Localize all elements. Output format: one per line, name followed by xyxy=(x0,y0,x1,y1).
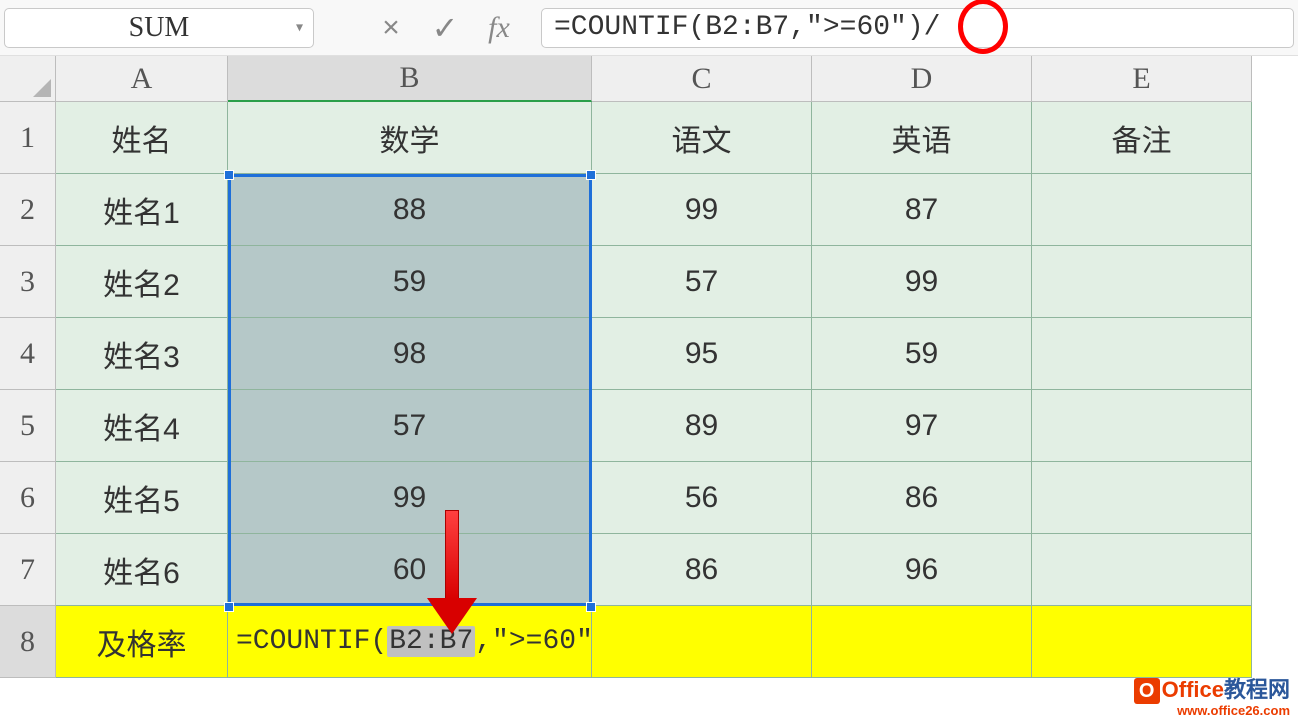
cell-B1[interactable]: 数学 xyxy=(228,102,592,174)
formula-prefix: =COUNTIF( xyxy=(236,626,387,657)
cell-A5[interactable]: 姓名4 xyxy=(56,390,228,462)
cell-D3[interactable]: 99 xyxy=(812,246,1032,318)
cell-E7[interactable] xyxy=(1032,534,1252,606)
name-box-value: SUM xyxy=(129,12,190,44)
cell-D4[interactable]: 59 xyxy=(812,318,1032,390)
watermark-brand-2: 教程网 xyxy=(1224,677,1290,702)
cell-C1[interactable]: 语文 xyxy=(592,102,812,174)
watermark-url: www.office26.com xyxy=(1134,704,1290,718)
cell-D2[interactable]: 87 xyxy=(812,174,1032,246)
cell-E3[interactable] xyxy=(1032,246,1252,318)
formula-range: B2:B7 xyxy=(387,626,475,657)
cell-C5[interactable]: 89 xyxy=(592,390,812,462)
cell-B7[interactable]: 60 xyxy=(228,534,592,606)
name-box[interactable]: SUM ▾ xyxy=(4,8,314,48)
col-header-D[interactable]: D xyxy=(812,56,1032,102)
cell-C4[interactable]: 95 xyxy=(592,318,812,390)
cell-A7[interactable]: 姓名6 xyxy=(56,534,228,606)
cell-A1[interactable]: 姓名 xyxy=(56,102,228,174)
col-header-C[interactable]: C xyxy=(592,56,812,102)
row-header-8[interactable]: 8 xyxy=(0,606,56,678)
cell-C2[interactable]: 99 xyxy=(592,174,812,246)
cell-B5[interactable]: 57 xyxy=(228,390,592,462)
select-all-cell[interactable] xyxy=(0,56,56,102)
cancel-icon[interactable]: × xyxy=(374,11,408,45)
formula-bar-actions: × ✓ fx xyxy=(374,11,516,45)
spreadsheet-grid[interactable]: A B C D E 1 姓名 数学 语文 英语 备注 2 姓名1 88 99 8… xyxy=(0,56,1298,678)
row-header-2[interactable]: 2 xyxy=(0,174,56,246)
row-header-3[interactable]: 3 xyxy=(0,246,56,318)
formula-input-text: =COUNTIF(B2:B7,">=60")/ xyxy=(554,12,940,43)
cell-E4[interactable] xyxy=(1032,318,1252,390)
formula-bar-row: SUM ▾ × ✓ fx =COUNTIF(B2:B7,">=60")/ xyxy=(0,0,1298,56)
fx-icon[interactable]: fx xyxy=(482,11,516,45)
cell-E1[interactable]: 备注 xyxy=(1032,102,1252,174)
cell-D6[interactable]: 86 xyxy=(812,462,1032,534)
col-header-A[interactable]: A xyxy=(56,56,228,102)
cell-D5[interactable]: 97 xyxy=(812,390,1032,462)
row-header-4[interactable]: 4 xyxy=(0,318,56,390)
cell-D1[interactable]: 英语 xyxy=(812,102,1032,174)
formula-input[interactable]: =COUNTIF(B2:B7,">=60")/ xyxy=(541,8,1294,48)
cell-C7[interactable]: 86 xyxy=(592,534,812,606)
cell-A2[interactable]: 姓名1 xyxy=(56,174,228,246)
cell-C6[interactable]: 56 xyxy=(592,462,812,534)
cell-B6[interactable]: 99 xyxy=(228,462,592,534)
cell-C8[interactable] xyxy=(592,606,812,678)
row-header-6[interactable]: 6 xyxy=(0,462,56,534)
cell-A3[interactable]: 姓名2 xyxy=(56,246,228,318)
cell-A6[interactable]: 姓名5 xyxy=(56,462,228,534)
cell-D7[interactable]: 96 xyxy=(812,534,1032,606)
cell-A4[interactable]: 姓名3 xyxy=(56,318,228,390)
col-header-B[interactable]: B xyxy=(228,56,592,102)
cell-B2[interactable]: 88 xyxy=(228,174,592,246)
watermark-logo-icon: O xyxy=(1134,678,1160,704)
col-header-E[interactable]: E xyxy=(1032,56,1252,102)
row-header-7[interactable]: 7 xyxy=(0,534,56,606)
cell-C3[interactable]: 57 xyxy=(592,246,812,318)
cell-B3[interactable]: 59 xyxy=(228,246,592,318)
watermark-brand-1: Office xyxy=(1162,677,1224,702)
row-header-1[interactable]: 1 xyxy=(0,102,56,174)
cell-E8[interactable] xyxy=(1032,606,1252,678)
cell-B8[interactable]: =COUNTIF(B2:B7,">=60")/ xyxy=(228,606,592,678)
cell-D8[interactable] xyxy=(812,606,1032,678)
cell-E2[interactable] xyxy=(1032,174,1252,246)
watermark: OOffice教程网 www.office26.com xyxy=(1134,678,1290,718)
cell-E6[interactable] xyxy=(1032,462,1252,534)
cell-B4[interactable]: 98 xyxy=(228,318,592,390)
chevron-down-icon[interactable]: ▾ xyxy=(296,19,303,36)
row-header-5[interactable]: 5 xyxy=(0,390,56,462)
cell-A8[interactable]: 及格率 xyxy=(56,606,228,678)
confirm-icon[interactable]: ✓ xyxy=(428,11,462,45)
cell-E5[interactable] xyxy=(1032,390,1252,462)
